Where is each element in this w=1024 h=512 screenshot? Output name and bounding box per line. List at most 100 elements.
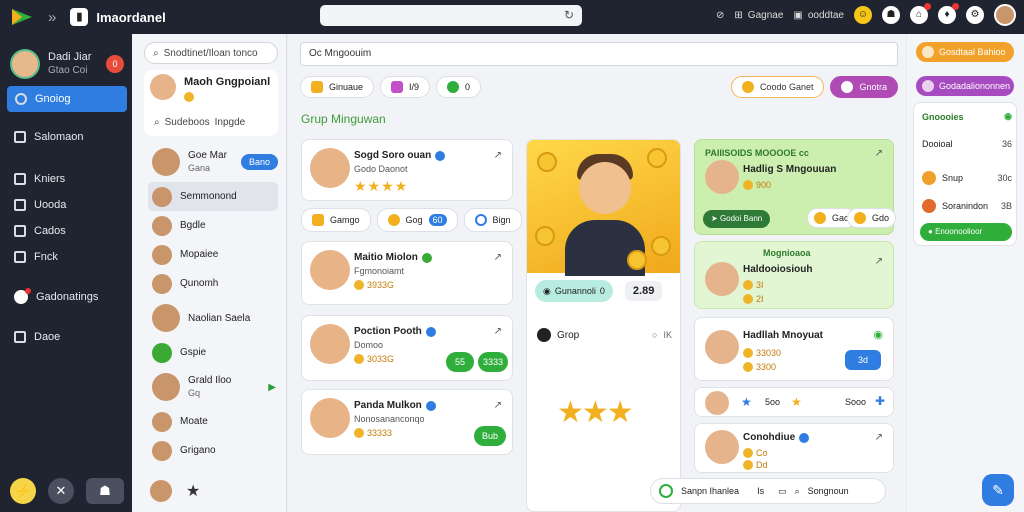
list-item[interactable]: Grigano xyxy=(132,436,286,465)
list-item[interactable]: Mopaiee xyxy=(132,240,286,269)
play-logo-icon[interactable] xyxy=(10,8,34,26)
reload-icon[interactable]: ↻ xyxy=(564,8,574,22)
user-card[interactable]: Conohdiue ↗ Co Dd xyxy=(694,423,894,473)
star-icon[interactable]: ★ xyxy=(791,395,802,409)
score-pill[interactable]: ◉ Gunannoli 0 xyxy=(535,280,613,302)
share-icon[interactable]: ↗ xyxy=(494,252,502,263)
coin-count: 900 xyxy=(743,180,771,190)
smiley-icon[interactable]: ☺ xyxy=(854,6,872,24)
sidebar-item-gnoiog[interactable]: Gnoiog xyxy=(7,86,127,112)
promo-button[interactable]: Godadaliononnen xyxy=(916,76,1014,96)
refresh-icon[interactable] xyxy=(659,484,673,498)
coin-value: 3300 xyxy=(756,362,777,372)
user-icon[interactable]: ☗ xyxy=(882,6,900,24)
expand-icon[interactable]: ◉ xyxy=(1004,111,1012,122)
chat-icon[interactable]: ▭ xyxy=(778,486,787,497)
sidebar-profile[interactable]: Dadi Jiar Gtao Coi 0 xyxy=(0,34,132,84)
chip-crown[interactable]: Ginuaue xyxy=(300,76,375,98)
promo-pill[interactable]: ➤ Godoi Bann xyxy=(703,210,771,228)
avatar[interactable] xyxy=(150,480,172,502)
action-button[interactable]: 3d xyxy=(845,350,881,370)
featured-hero-card[interactable]: ◉ Gunannoli 0 2.89 Grop ○ IK ★★★ xyxy=(526,139,681,512)
bottom-label: Sanpn Ihanlea xyxy=(681,486,740,496)
settings-icon[interactable]: ⚙ xyxy=(966,6,984,24)
list-item[interactable]: Gspie xyxy=(132,338,286,367)
compose-button[interactable]: ✎ xyxy=(982,474,1014,506)
share-icon[interactable]: ↗ xyxy=(875,432,883,443)
action-button[interactable]: 55 xyxy=(446,352,474,372)
notification-dot xyxy=(924,3,931,10)
share-icon[interactable]: ↗ xyxy=(494,150,502,161)
join-pill[interactable]: ● Enoonoolioor xyxy=(920,223,1012,241)
hero-group-row[interactable]: Grop ○ IK xyxy=(537,328,672,342)
feed-card[interactable]: Poction Pooth Domoo 3033G ↗ 55 3333 xyxy=(301,315,513,381)
home-icon[interactable]: ⌂ xyxy=(910,3,931,24)
leaderboard-row[interactable]: Dooioal 36 xyxy=(922,139,1012,149)
share-icon[interactable]: ↗ xyxy=(494,400,502,411)
tools-icon[interactable]: ✕ xyxy=(48,478,74,504)
sidebar-item-salomaon[interactable]: Salomaon xyxy=(0,124,132,150)
user-avatar[interactable] xyxy=(994,4,1016,26)
list-item[interactable]: Goe Mar Gana Bano xyxy=(132,142,286,182)
toggle-icon[interactable]: ○ xyxy=(652,330,657,340)
chip-bookmark[interactable]: Gamgo xyxy=(301,208,371,232)
expand-chevron-icon[interactable]: » xyxy=(48,9,56,26)
list-item-text: Grald Iloo Gq xyxy=(188,374,231,400)
promo-card[interactable]: Mognioaoa ↗ Haldooiosiouh 3I 2I xyxy=(694,241,894,309)
coin-game-button[interactable]: Coodo Ganet xyxy=(730,76,825,98)
topbar-item-grid[interactable]: ⊞ Gagnae xyxy=(734,10,783,21)
profile-info: Dadi Jiar Gtao Coi xyxy=(48,51,91,77)
sidebar-item-uooda[interactable]: Uooda xyxy=(0,192,132,218)
feed-card[interactable]: Maitio Miolon Fgmonoiamt 3933G ↗ xyxy=(301,241,513,305)
bottom-action-bar[interactable]: Sanpn Ihanlea Is ▭ ⌕ Songnoun xyxy=(650,478,886,504)
share-icon[interactable]: ↗ xyxy=(875,256,883,267)
search-input[interactable]: ⌕ Snodtinet/Iloan tonco xyxy=(144,42,278,64)
avatar xyxy=(152,342,172,363)
play-icon[interactable]: ▶ xyxy=(268,382,276,393)
list-item[interactable]: Grald Iloo Gq ▶ xyxy=(132,367,286,407)
sidebar-item-label: Salomaon xyxy=(34,131,84,143)
join-button[interactable]: Bano xyxy=(240,154,278,170)
leaderboard-row[interactable]: Soranindon 3B xyxy=(922,199,1012,213)
leaderboard-row[interactable]: Snup 30c xyxy=(922,171,1012,185)
sidebar-item-gadonatings[interactable]: Gadonatings xyxy=(0,284,132,310)
action-button[interactable]: Bub xyxy=(474,426,506,446)
sidebar-item-daoe[interactable]: Daoe xyxy=(0,324,132,350)
share-icon[interactable]: ↗ xyxy=(494,326,502,337)
list-item[interactable]: Semmonond xyxy=(148,182,278,211)
chip-globe[interactable]: 0 xyxy=(436,76,482,98)
promo-chip[interactable]: Gdo xyxy=(847,208,897,228)
sidebar-item-fnck[interactable]: Fnck xyxy=(0,244,132,270)
lock-icon[interactable]: ⊘ xyxy=(716,10,724,21)
chip-settings[interactable]: Bign xyxy=(463,208,522,232)
extra-button[interactable]: Gnotra xyxy=(830,76,898,98)
star-icon[interactable]: ★ xyxy=(741,395,752,409)
puzzle-icon[interactable]: ✚ xyxy=(875,394,885,408)
action-button[interactable]: 3333 xyxy=(478,352,508,372)
feed-card[interactable]: Panda Mulkon Nonosananconqo 33333 ↗ Bub xyxy=(301,389,513,455)
topbar-item-image[interactable]: ▣ ooddtae xyxy=(793,10,844,21)
user-card[interactable]: Hadllah Mnoyuat ◉ 33030 3300 3d xyxy=(694,317,894,381)
lightning-icon[interactable]: ⚡ xyxy=(10,478,36,504)
list-item[interactable]: Bgdle xyxy=(132,211,286,240)
featured-user-card[interactable]: Maoh Gngpoianl ⌕ Sudeboos Inpgde xyxy=(144,70,278,136)
feed-card[interactable]: Sogd Soro ouan Godo Daonot ★★★★ ↗ xyxy=(301,139,513,201)
list-item[interactable]: Moate xyxy=(132,407,286,436)
bonus-button[interactable]: Gosdtaal Bahioo xyxy=(916,42,1014,62)
main-search-input[interactable]: Oc Mngoouim xyxy=(300,42,898,66)
chip-coin[interactable]: Gog 60 xyxy=(376,208,458,232)
sidebar-item-cados[interactable]: Cados xyxy=(0,218,132,244)
star-icon[interactable]: ★ xyxy=(186,481,200,501)
promo-card[interactable]: PAIIISOIDS MOOOOE cc ↗ Hadlig S Mngouuan… xyxy=(694,139,897,235)
list-item[interactable]: Naolian Saela xyxy=(132,298,286,338)
list-item[interactable]: Qunomh xyxy=(132,269,286,298)
card-user-name: Maoh Gngpoianl xyxy=(184,76,271,88)
sidebar-item-kniers[interactable]: Kniers xyxy=(0,166,132,192)
chip-gift[interactable]: I/9 xyxy=(380,76,431,98)
search-icon[interactable]: ⌕ xyxy=(795,486,800,497)
address-bar[interactable]: ↻ xyxy=(320,5,582,26)
profile-icon[interactable]: ☗ xyxy=(86,478,124,504)
share-icon[interactable]: ↗ xyxy=(875,148,883,159)
bell-icon[interactable]: ♦ xyxy=(938,3,959,24)
avatar xyxy=(152,215,172,236)
